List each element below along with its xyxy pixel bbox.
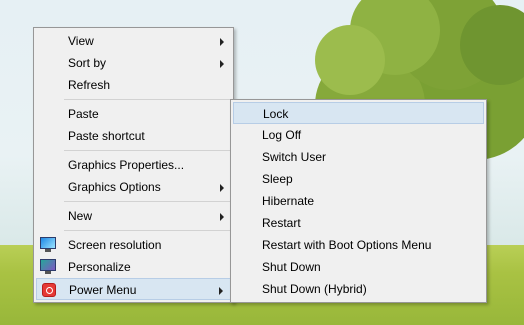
menu-item-label: Graphics Options — [68, 180, 161, 194]
menu-item-screen-resolution[interactable]: Screen resolution — [36, 234, 231, 256]
submenu-item-lock[interactable]: Lock — [233, 102, 484, 124]
menu-item-refresh[interactable]: Refresh — [36, 74, 231, 96]
menu-item-label: Paste shortcut — [68, 129, 145, 143]
screen-resolution-icon — [40, 237, 56, 253]
submenu-item-log-off[interactable]: Log Off — [233, 124, 484, 146]
power-icon — [41, 282, 57, 298]
submenu-item-label: Log Off — [262, 128, 302, 142]
submenu-item-restart[interactable]: Restart — [233, 212, 484, 234]
submenu-arrow-icon — [220, 213, 224, 221]
submenu-item-label: Hibernate — [262, 194, 315, 208]
submenu-arrow-icon — [219, 287, 223, 295]
submenu-item-label: Shut Down (Hybrid) — [262, 282, 367, 296]
menu-item-personalize[interactable]: Personalize — [36, 256, 231, 278]
menu-item-label: Personalize — [68, 260, 131, 274]
submenu-item-switch-user[interactable]: Switch User — [233, 146, 484, 168]
menu-item-label: New — [68, 209, 93, 223]
submenu-arrow-icon — [220, 60, 224, 68]
menu-item-graphics-properties[interactable]: Graphics Properties... — [36, 154, 231, 176]
submenu-item-shut-down[interactable]: Shut Down — [233, 256, 484, 278]
submenu-item-label: Sleep — [262, 172, 293, 186]
submenu-item-label: Restart with Boot Options Menu — [262, 238, 432, 252]
submenu-arrow-icon — [220, 184, 224, 192]
submenu-item-sleep[interactable]: Sleep — [233, 168, 484, 190]
submenu-item-hibernate[interactable]: Hibernate — [233, 190, 484, 212]
menu-separator — [64, 99, 231, 100]
submenu-item-restart-boot-options[interactable]: Restart with Boot Options Menu — [233, 234, 484, 256]
menu-item-label: Power Menu — [69, 283, 137, 297]
menu-item-new[interactable]: New — [36, 205, 231, 227]
menu-separator — [64, 201, 231, 202]
submenu-item-label: Shut Down — [262, 260, 321, 274]
menu-item-label: Paste — [68, 107, 99, 121]
desktop-context-menu: View Sort by Refresh Paste Paste shortcu… — [33, 27, 234, 303]
menu-separator — [64, 230, 231, 231]
submenu-item-shut-down-hybrid[interactable]: Shut Down (Hybrid) — [233, 278, 484, 300]
menu-item-view[interactable]: View — [36, 30, 231, 52]
menu-item-sort-by[interactable]: Sort by — [36, 52, 231, 74]
submenu-arrow-icon — [220, 38, 224, 46]
menu-item-power-menu[interactable]: Power Menu — [36, 278, 231, 300]
menu-item-label: View — [68, 34, 94, 48]
submenu-item-label: Lock — [263, 107, 289, 121]
menu-item-label: Refresh — [68, 78, 111, 92]
menu-item-graphics-options[interactable]: Graphics Options — [36, 176, 231, 198]
menu-item-paste[interactable]: Paste — [36, 103, 231, 125]
menu-item-label: Screen resolution — [68, 238, 162, 252]
power-submenu: Lock Log Off Switch User Sleep Hibernate… — [230, 99, 487, 303]
menu-item-label: Sort by — [68, 56, 107, 70]
submenu-item-label: Restart — [262, 216, 301, 230]
menu-separator — [64, 150, 231, 151]
personalize-icon — [40, 259, 56, 275]
submenu-item-label: Switch User — [262, 150, 327, 164]
menu-item-paste-shortcut[interactable]: Paste shortcut — [36, 125, 231, 147]
menu-item-label: Graphics Properties... — [68, 158, 185, 172]
